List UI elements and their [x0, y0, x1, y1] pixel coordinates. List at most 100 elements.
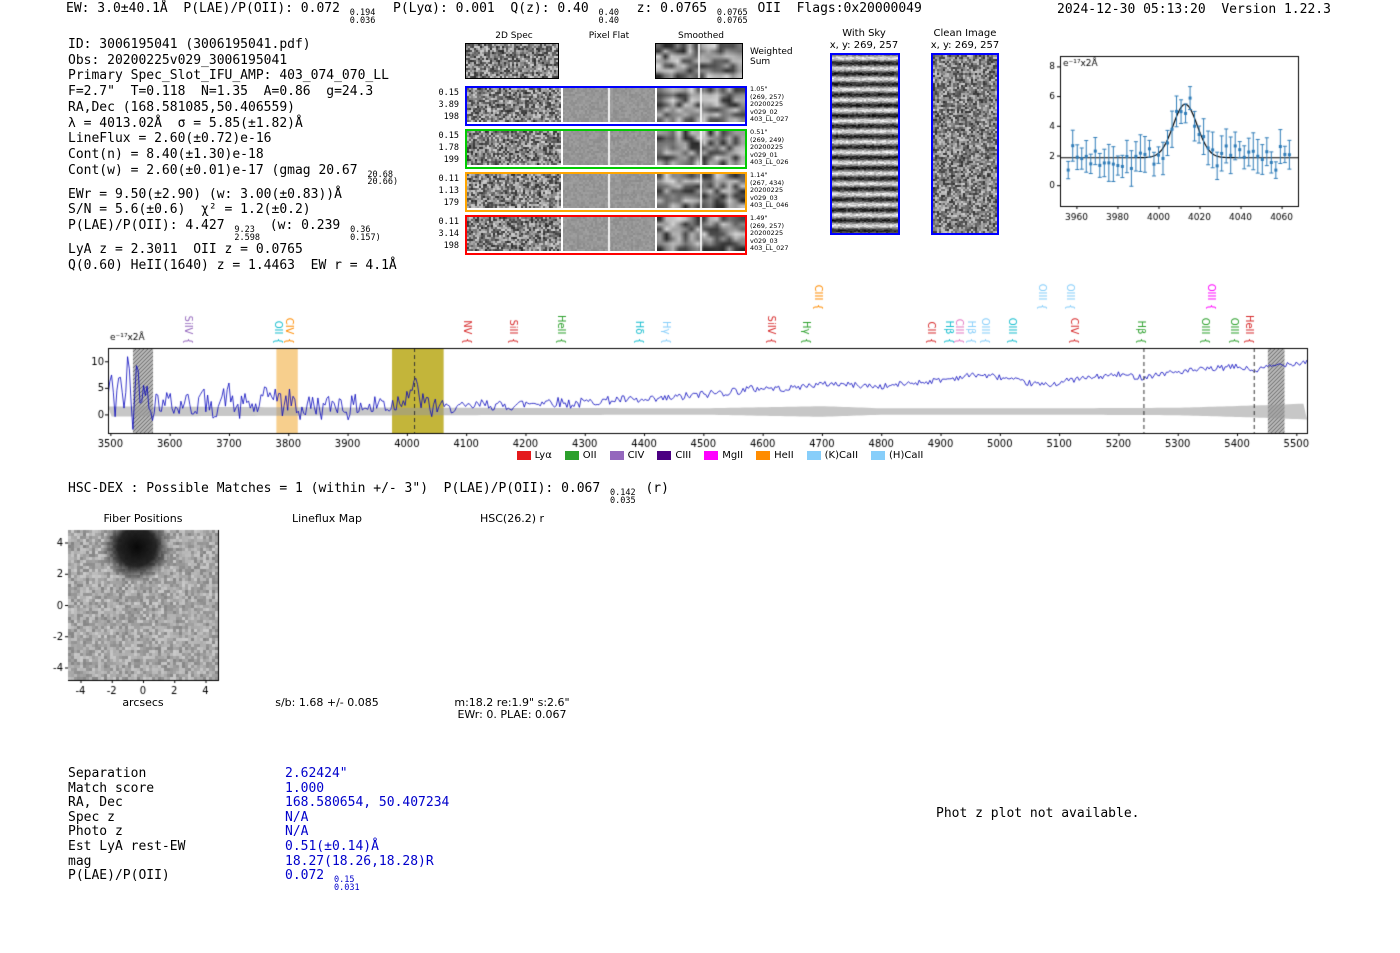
- hsc-caption-2: EWr: 0. PLAE: 0.067: [457, 708, 567, 721]
- spec2d-spec: [467, 174, 561, 208]
- match-label: Photo z: [68, 824, 123, 840]
- match-value: 0.072 0.15 0.031: [285, 868, 360, 893]
- match-label: RA, Dec: [68, 795, 123, 811]
- spec2d-smooth: [655, 43, 743, 79]
- with-sky-title: With Sky: [842, 28, 886, 39]
- hsc-cutout-title: HSC(26.2) r: [479, 512, 545, 525]
- match-value: 0.51(±0.14)Å: [285, 838, 379, 854]
- fiber-positions-plot: [31, 526, 221, 698]
- match-value: 2.62424": [285, 766, 348, 781]
- match-value: N/A: [285, 809, 309, 825]
- spec2d-row-meta: 1.49" (269, 257) 20200225 v029_03 403_LL_027: [750, 214, 789, 253]
- hsc-dex-match-line: HSC-DEX : Possible Matches = 1 (within +…: [68, 481, 669, 506]
- spec2d-row-stats: 0.11 1.13 179: [438, 174, 459, 208]
- legend-swatch: [806, 451, 821, 460]
- match-value: 168.580654, 50.407234: [285, 795, 450, 811]
- spec2d-smooth: [657, 88, 745, 122]
- elixer-detection-report: EW: 3.0±40.1Å P(LAE)/P(OII): 0.072 0.194…: [0, 0, 1400, 953]
- spec2d-row: [465, 43, 743, 79]
- fiber-positions-title: Fiber Positions: [103, 512, 183, 525]
- legend-item: (K)CaII: [806, 450, 859, 461]
- spec2d-flat: [563, 217, 655, 251]
- legend-item: (H)CaII: [871, 450, 923, 461]
- spec2d-smooth: [657, 217, 745, 251]
- legend-swatch: [516, 451, 531, 460]
- legend-swatch: [657, 451, 672, 460]
- spec2d-smooth: [657, 131, 745, 165]
- spec2d-row-meta: 0.51" (269, 249) 20200225 v029_01 403_LL_026: [750, 128, 789, 167]
- legend-label: HeII: [774, 450, 794, 461]
- match-label: Match score: [68, 780, 155, 796]
- spec2d-spec: [465, 43, 559, 79]
- match-label: mag: [68, 853, 92, 869]
- line-fit-zoom-plot: [1030, 46, 1308, 228]
- col-header-2dspec: 2D Spec: [495, 31, 533, 41]
- match-label: P(LAE)/P(OII): [68, 868, 170, 884]
- legend-item: MgII: [704, 450, 743, 461]
- legend-item: Lyα: [516, 450, 552, 461]
- spec2d-row: [465, 172, 747, 212]
- spec2d-row: [465, 129, 747, 169]
- legend-swatch: [704, 451, 719, 460]
- legend-item: HeII: [756, 450, 794, 461]
- info-line: LineFlux = 2.60(±0.72)e-16: [68, 131, 272, 147]
- catalog-match-table: Separation 2.62424" Match score 1.000 RA, De…: [68, 766, 449, 893]
- clean-image-title: Clean Image: [933, 28, 997, 39]
- legend-label: MgII: [722, 450, 744, 461]
- match-value: 1.000: [285, 780, 325, 796]
- legend-label: (H)CaII: [889, 450, 924, 461]
- info-line: EWr = 9.50(±2.90) (w: 3.00(±0.83))Å: [68, 186, 342, 202]
- info-line: RA,Dec (168.581085,50.406559): [68, 99, 295, 115]
- fiber-xlabel: arcsecs: [122, 696, 164, 709]
- info-line: F=2.7" T=0.118 N=1.35 A=0.86 g=24.3: [68, 84, 374, 100]
- spec2d-row-meta: 1.05" (269, 257) 20200225 v029_02 403_LL_027: [750, 85, 789, 124]
- info-line: Cont(n) = 8.40(±1.30)e-18: [68, 146, 264, 162]
- clean-image: [931, 53, 999, 235]
- col-header-pixelflat: Pixel Flat: [588, 31, 630, 41]
- legend-label: (K)CaII: [824, 450, 859, 461]
- col-header-smoothed: Smoothed: [678, 31, 724, 41]
- match-table-row: Photo z N/A: [68, 825, 449, 840]
- legend-label: OII: [582, 450, 597, 461]
- legend-label: CIII: [675, 450, 692, 461]
- legend-swatch: [871, 451, 886, 460]
- full-spectrum-plot: [80, 266, 1317, 456]
- spec2d-flat: [563, 174, 655, 208]
- spec2d-row-meta: 1.14" (267, 434) 20200225 v029_03 403_LL_046: [750, 171, 789, 210]
- spec2d-spec: [467, 131, 561, 165]
- info-line: LyA z = 2.3011 OII z = 0.0765: [68, 242, 303, 258]
- info-line: P(LAE)/P(OII): 4.427 9.23 2.598 (w: 0.239…: [68, 218, 381, 243]
- detection-info-block: ID: 3006195041 (3006195041.pdf) Obs: 2020…: [68, 37, 400, 273]
- match-table-row: mag 18.27(18.26,18.28)R: [68, 853, 449, 870]
- legend-label: Lyα: [534, 450, 552, 461]
- match-label: Est LyA rest-EW: [68, 838, 186, 854]
- match-label: Separation: [68, 766, 147, 781]
- info-line: Primary Spec_Slot_IFU_AMP: 403_074_070_L…: [68, 68, 389, 84]
- lineflux-map-plot: [215, 526, 405, 698]
- spec2d-cutout-grid: [465, 43, 747, 258]
- spec2d-row-stats: 0.15 3.89 198: [438, 88, 459, 122]
- legend-swatch: [756, 451, 771, 460]
- with-sky-coords: x, y: 269, 257: [829, 40, 899, 51]
- match-table-row: Separation 2.62424": [68, 766, 449, 782]
- weighted-sum-label: Weighted Sum: [750, 47, 793, 67]
- spec2d-flat: [563, 88, 655, 122]
- with-sky-image: [830, 53, 900, 235]
- lineflux-map-title: Lineflux Map: [291, 512, 363, 525]
- info-line: Obs: 20200225v029_3006195041: [68, 52, 288, 68]
- spec2d-smooth: [657, 174, 745, 208]
- legend-swatch: [564, 451, 579, 460]
- info-line: λ = 4013.02Å σ = 5.85(±1.82)Å: [68, 115, 303, 131]
- legend-item: OII: [564, 450, 597, 461]
- spec2d-spec: [467, 217, 561, 251]
- match-value: N/A: [285, 824, 309, 840]
- hsc-cutout-plot: [400, 526, 590, 698]
- match-value: 18.27(18.26,18.28)R: [285, 853, 434, 869]
- spec2d-row: [465, 86, 747, 126]
- info-line: S/N = 5.6(±0.6) χ² = 1.2(±0.2): [68, 202, 311, 218]
- match-table-row: Est LyA rest-EW 0.51(±0.14)Å: [68, 838, 449, 855]
- match-table-row: RA, Dec 168.580654, 50.407234: [68, 796, 449, 811]
- legend-label: CIV: [627, 450, 645, 461]
- spec2d-spec: [467, 88, 561, 122]
- spec2d-flat: [563, 131, 655, 165]
